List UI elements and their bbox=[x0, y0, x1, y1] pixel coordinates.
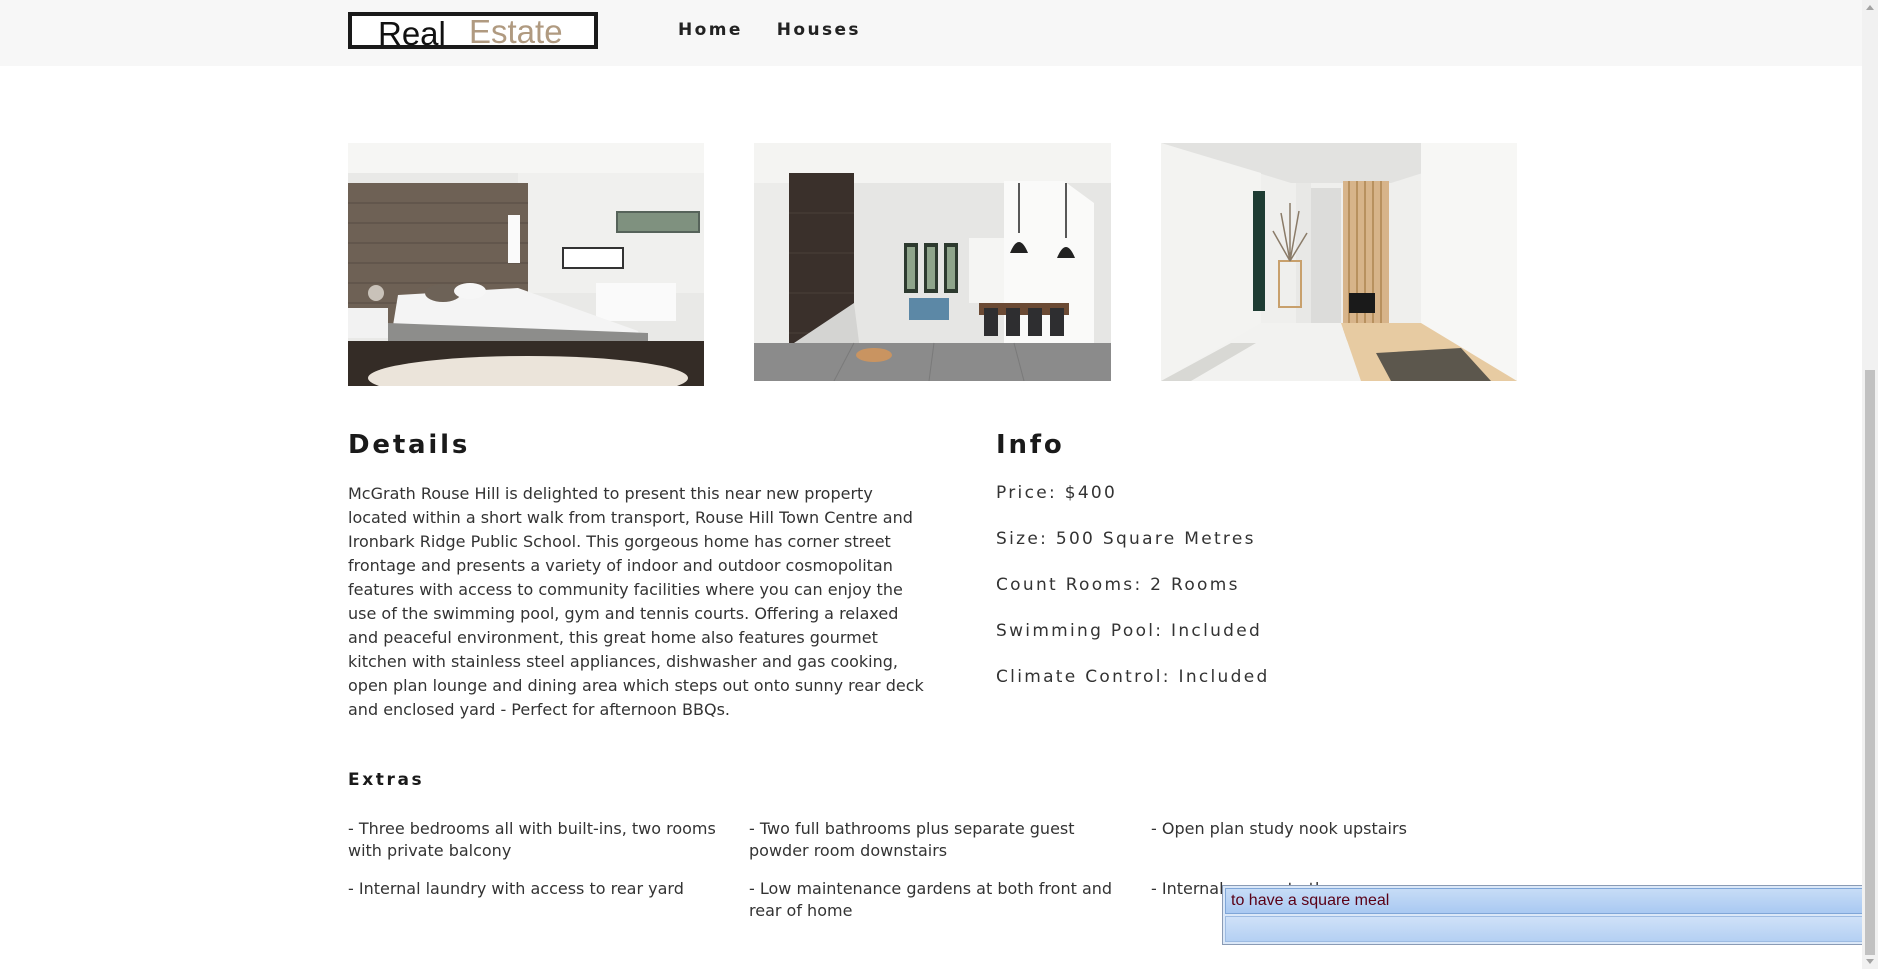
extras-heading: Extras bbox=[348, 770, 425, 790]
extra-item: - Three bedrooms all with built-ins, two… bbox=[348, 819, 716, 860]
extra-item: - Two full bathrooms plus separate guest… bbox=[749, 819, 1075, 860]
bedroom-photo bbox=[348, 143, 704, 386]
details-heading: Details bbox=[348, 430, 471, 460]
info-price: Price: $400 bbox=[996, 483, 1118, 503]
info-list: Price: $400 Size: 500 Square Metres Coun… bbox=[996, 482, 1270, 712]
scroll-up-icon[interactable] bbox=[1866, 5, 1874, 10]
nav-link-houses[interactable]: Houses bbox=[777, 20, 861, 40]
extra-item: - Low maintenance gardens at both front … bbox=[749, 879, 1113, 920]
info-climate-control: Climate Control: Included bbox=[996, 667, 1270, 687]
hallway-photo bbox=[1161, 143, 1517, 381]
site-logo[interactable]: Real Estate bbox=[348, 12, 598, 52]
scroll-down-icon[interactable] bbox=[1866, 959, 1874, 964]
info-count-rooms: Count Rooms: 2 Rooms bbox=[996, 575, 1240, 595]
extra-item: - Open plan study nook upstairs bbox=[1151, 819, 1407, 838]
info-swimming-pool: Swimming Pool: Included bbox=[996, 621, 1263, 641]
info-heading: Info bbox=[996, 430, 1065, 460]
info-size: Size: 500 Square Metres bbox=[996, 529, 1256, 549]
details-description: McGrath Rouse Hill is delighted to prese… bbox=[348, 484, 924, 719]
logo-word-estate: Estate bbox=[469, 13, 563, 50]
extra-item: - Internal laundry with access to rear y… bbox=[348, 879, 684, 898]
vertical-scrollbar[interactable] bbox=[1862, 0, 1878, 969]
dining-room-photo bbox=[754, 143, 1111, 381]
main-nav: Home Houses bbox=[678, 20, 861, 40]
autocomplete-empty-row[interactable] bbox=[1225, 916, 1871, 942]
logo-word-real: Real bbox=[378, 15, 446, 52]
autocomplete-popup: to have a square meal bbox=[1222, 885, 1874, 945]
top-navigation-bar: Real Estate Home Houses bbox=[0, 0, 1862, 66]
nav-link-home[interactable]: Home bbox=[678, 20, 743, 40]
autocomplete-suggestion[interactable]: to have a square meal bbox=[1225, 888, 1871, 914]
scrollbar-thumb[interactable] bbox=[1865, 370, 1875, 955]
